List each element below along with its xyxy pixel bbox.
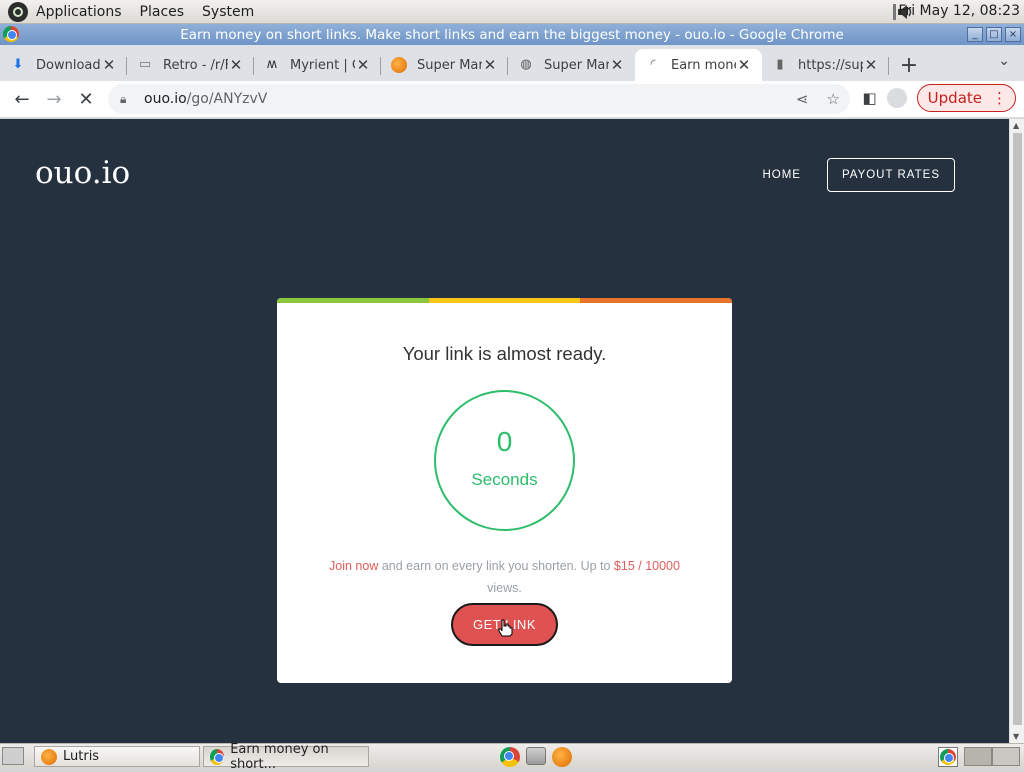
update-button[interactable]: Update ⋮ [916, 84, 1016, 112]
site-nav: HOME PAYOUT RATES [762, 158, 955, 192]
tab-title: Retro - /r/F [163, 57, 228, 73]
tab-search-chevron-icon[interactable]: ⌄ [998, 53, 1010, 69]
tab-close-icon[interactable]: ✕ [482, 56, 498, 74]
web-page: ouo.io HOME PAYOUT RATES Your link is al… [0, 119, 1009, 743]
top-panel: Applications Places System Fri May 12, 0… [0, 0, 1024, 24]
site-logo[interactable]: ouo.io [35, 155, 130, 191]
bottom-panel: Lutris Earn money on short... [0, 742, 1024, 772]
promo-text: Join now and earn on every link you shor… [317, 555, 692, 599]
chrome-icon [3, 26, 19, 42]
download-icon: ⬇ [12, 57, 24, 72]
show-desktop-icon[interactable] [2, 747, 24, 765]
tray-chrome-icon[interactable] [938, 747, 958, 767]
task-label: Lutris [63, 749, 100, 764]
clock[interactable]: Fri May 12, 08:23 [898, 3, 1020, 19]
url-host: ouo.io [144, 91, 187, 107]
scroll-down-arrow-icon[interactable]: ▼ [1013, 732, 1019, 741]
myrient-icon: ʍ [266, 57, 278, 72]
tab-strip: ⬇ Downloads ✕ ▭ Retro - /r/F ✕ ʍ Myrient… [0, 45, 1024, 81]
card-top-bar [277, 298, 732, 303]
workspace-1[interactable] [964, 747, 992, 766]
lutris-icon [41, 748, 57, 765]
tab-https-sup[interactable]: ▮ https://sup ✕ [762, 49, 889, 81]
tab-title: https://sup [798, 57, 863, 73]
tab-myrient[interactable]: ʍ Myrient | C ✕ [254, 49, 381, 81]
workspace-switcher[interactable] [964, 747, 1020, 766]
forward-button[interactable]: → [38, 83, 70, 115]
tab-close-icon[interactable]: ✕ [228, 56, 244, 74]
gnome-logo-icon[interactable] [8, 1, 28, 22]
lutris-icon [391, 57, 407, 73]
workspace-2[interactable] [992, 747, 1020, 766]
address-bar[interactable]: 🔒︎ ouo.io/go/ANYzvV ⋖ ☆ [108, 84, 850, 114]
places-menu[interactable]: Places [140, 4, 185, 20]
tab-retro[interactable]: ▭ Retro - /r/F ✕ [127, 49, 254, 81]
lutris-launcher-icon[interactable] [552, 747, 572, 767]
tab-close-icon[interactable]: ✕ [101, 56, 117, 74]
system-menu[interactable]: System [202, 4, 254, 20]
tab-title: Super Mar [544, 57, 609, 73]
window-title-bar[interactable]: Earn money on short links. Make short li… [0, 24, 1024, 45]
globe-icon: ◍ [520, 57, 532, 72]
task-chrome[interactable]: Earn money on short... [203, 742, 369, 772]
new-tab-button[interactable]: + [889, 49, 929, 81]
tab-downloads[interactable]: ⬇ Downloads ✕ [0, 49, 127, 81]
tab-super-mario-2[interactable]: ◍ Super Mar ✕ [508, 49, 635, 81]
home-folder-launcher-icon[interactable] [526, 747, 546, 765]
bar-segment-yellow [428, 298, 581, 303]
chrome-icon [940, 749, 956, 765]
url-path: /go/ANYzvV [186, 91, 268, 107]
bookmark-star-icon[interactable]: ☆ [827, 90, 840, 108]
browser-toolbar: ← → ✕ 🔒︎ ouo.io/go/ANYzvV ⋖ ☆ ◧ Update ⋮ [0, 81, 1024, 118]
tab-title: Super Mar [417, 57, 482, 73]
maximize-button[interactable]: □ [986, 27, 1002, 42]
chrome-launcher-icon[interactable] [500, 747, 520, 767]
page-scrollbar[interactable]: ▲ ▼ [1009, 119, 1024, 743]
stop-loading-button[interactable]: ✕ [70, 83, 102, 115]
task-lutris[interactable]: Lutris [34, 746, 200, 767]
scroll-up-arrow-icon[interactable]: ▲ [1013, 121, 1019, 130]
page-icon: ▭ [138, 57, 152, 72]
tab-close-icon[interactable]: ✕ [609, 56, 625, 74]
tab-earn-money[interactable]: ◜ Earn mone ✕ [635, 49, 762, 81]
card-heading: Your link is almost ready. [402, 343, 607, 364]
tab-title: Downloads [36, 57, 101, 73]
side-panel-icon[interactable]: ◧ [862, 89, 876, 107]
nav-payout-rates-button[interactable]: PAYOUT RATES [826, 158, 955, 192]
minimize-button[interactable]: _ [967, 27, 983, 42]
countdown-value: 0 [496, 426, 513, 457]
loading-icon: ◜ [650, 57, 656, 72]
update-label: Update [927, 89, 982, 107]
file-icon: ▮ [776, 57, 784, 72]
bar-segment-green [277, 298, 429, 303]
tab-close-icon[interactable]: ✕ [863, 56, 879, 74]
tab-title: Earn mone [671, 57, 736, 73]
tab-super-mario-1[interactable]: Super Mar ✕ [381, 49, 508, 81]
close-window-button[interactable]: × [1005, 27, 1021, 42]
tab-separator [888, 57, 889, 75]
scrollbar-thumb[interactable] [1013, 133, 1022, 725]
hand-cursor-icon [498, 619, 513, 637]
nav-home-link[interactable]: HOME [762, 169, 801, 181]
join-now-link[interactable]: Join now [329, 559, 378, 573]
tab-title: Myrient | C [290, 57, 355, 73]
promo-rate: $15 / 10000 [613, 559, 680, 573]
back-button[interactable]: ← [6, 83, 38, 115]
tab-close-icon[interactable]: ✕ [736, 56, 752, 74]
quick-launchers [500, 747, 572, 767]
share-icon[interactable]: ⋖ [796, 90, 809, 108]
lock-icon[interactable]: 🔒︎ [120, 92, 136, 107]
promo-middle: and earn on every link you shorten. Up t… [378, 559, 614, 573]
tab-close-icon[interactable]: ✕ [355, 56, 371, 74]
applications-menu[interactable]: Applications [36, 4, 122, 20]
window-title: Earn money on short links. Make short li… [180, 26, 844, 43]
task-label: Earn money on short... [230, 741, 329, 772]
countdown-unit: Seconds [471, 470, 538, 489]
promo-end: views. [487, 581, 522, 595]
chrome-icon [210, 748, 225, 765]
profile-avatar-icon[interactable] [886, 88, 907, 108]
bar-segment-orange [580, 298, 732, 303]
countdown-timer: 0 Seconds [434, 390, 575, 531]
kebab-menu-icon[interactable]: ⋮ [992, 89, 1007, 107]
